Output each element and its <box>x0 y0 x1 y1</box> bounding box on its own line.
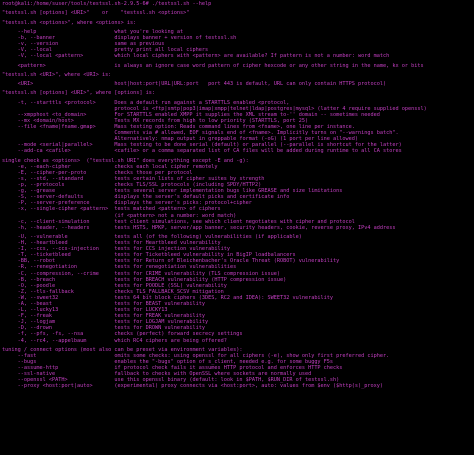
terminal-output: root@kali:/home/suser/tools/testssl.sh-2… <box>0 0 474 390</box>
terminal-line: protocol is <ftp|smtp|pop3|imap|xmpp|tel… <box>2 105 427 112</box>
terminal-line: <pattern> is always an ignore case word … <box>2 62 424 69</box>
terminal-window[interactable]: root@kali:/home/suser/tools/testssl.sh-2… <box>0 0 474 455</box>
terminal-line: --proxy <host:port|auto> (experimental) … <box>2 383 384 390</box>
